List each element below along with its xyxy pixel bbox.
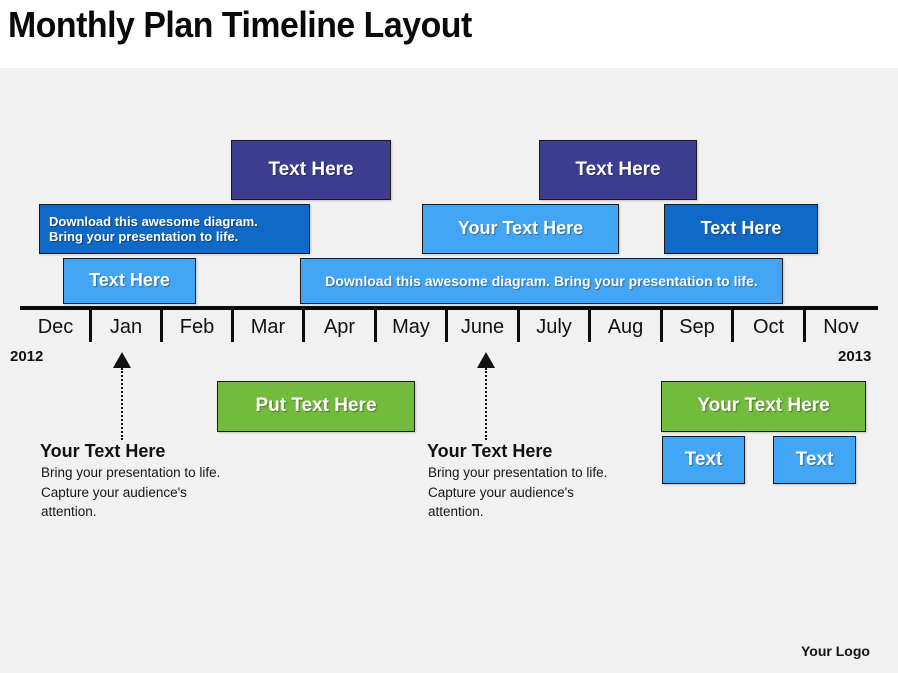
timeline-bar-label: Your Text Here (697, 395, 830, 417)
axis-month-jan: Jan (109, 316, 143, 338)
axis-month-may: May (392, 316, 430, 338)
timeline-bar-above-6[interactable]: Text Here (664, 204, 818, 254)
axis-year-end: 2013 (838, 348, 872, 365)
axis-month-aug: Aug (607, 316, 644, 338)
axis-month-mar: Mar (250, 316, 286, 338)
timeline-bar-label: Text (795, 448, 834, 470)
timeline-bar-label: Your Text Here (457, 218, 584, 239)
axis-month-sep: Sep (679, 316, 715, 338)
callout-arrow-jan (113, 352, 131, 368)
timeline-bar-above-7[interactable]: Download this awesome diagram. Bring you… (300, 258, 783, 304)
timeline-bar-label: Text (684, 448, 723, 470)
timeline-bar-above-2[interactable]: Download this awesome diagram. Bring you… (39, 204, 310, 254)
page-title: Monthly Plan Timeline Layout (8, 4, 472, 45)
footer-logo: Your Logo (801, 643, 870, 659)
axis-month-july: July (536, 316, 572, 338)
axis-month-june: June (460, 316, 505, 338)
timeline-bar-label: Put Text Here (255, 395, 377, 417)
timeline-bar-below-3[interactable]: Text (662, 436, 745, 484)
timeline-bar-above-3[interactable]: Text Here (63, 258, 196, 304)
timeline-bar-label: Text Here (700, 218, 782, 239)
axis-month-oct: Oct (752, 316, 785, 338)
timeline-bar-label: Download this awesome diagram. Bring you… (49, 213, 258, 244)
callout-title-2: Your Text Here (427, 441, 553, 461)
slide-canvas: Monthly Plan Timeline Layout Text Here T… (0, 0, 898, 673)
axis-month-apr: Apr (323, 316, 356, 338)
timeline-bar-label: Text Here (268, 158, 354, 180)
axis-year-start: 2012 (10, 348, 44, 365)
callout-title-1: Your Text Here (40, 441, 166, 461)
callout-arrow-june (477, 352, 495, 368)
callout-body-1: Bring your presentation to life. Capture… (41, 465, 221, 520)
timeline-bar-below-1[interactable]: Put Text Here (217, 381, 415, 432)
callout-stem-jan (121, 368, 123, 440)
timeline-bar-below-2[interactable]: Your Text Here (661, 381, 866, 432)
timeline-bar-above-1[interactable]: Text Here (231, 140, 391, 200)
timeline-bar-label: Text Here (89, 270, 170, 291)
timeline-bar-label: Text Here (575, 158, 661, 180)
axis-month-dec: Dec (37, 316, 74, 338)
timeline-bar-above-5[interactable]: Your Text Here (422, 204, 619, 254)
timeline-bar-below-4[interactable]: Text (773, 436, 856, 484)
timeline-bar-above-4[interactable]: Text Here (539, 140, 697, 200)
axis-month-nov: Nov (823, 316, 859, 338)
timeline-bar-label: Download this awesome diagram. Bring you… (325, 272, 758, 289)
axis-month-feb: Feb (179, 316, 215, 338)
callout-body-2: Bring your presentation to life. Capture… (428, 465, 608, 520)
callout-stem-june (485, 368, 487, 440)
timeline-axis (20, 306, 878, 310)
